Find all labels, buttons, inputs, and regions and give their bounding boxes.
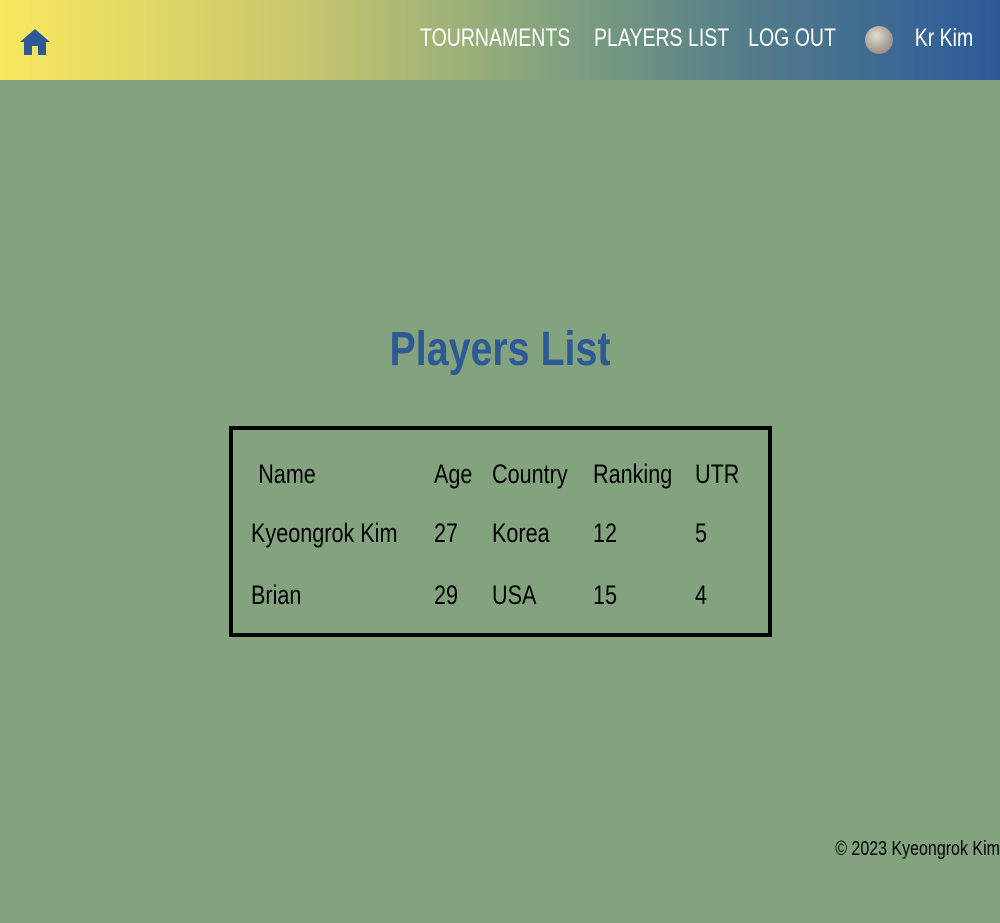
- nav-link-log-out[interactable]: LOG OUT: [747, 24, 837, 53]
- home-icon: [20, 29, 50, 55]
- cell-age: 29: [434, 579, 459, 610]
- table-row: Kyeongrok Kim 27 Korea 12 5: [251, 502, 757, 564]
- avatar[interactable]: [865, 26, 893, 54]
- cell-utr: 5: [695, 517, 708, 548]
- home-button[interactable]: [18, 26, 52, 58]
- cell-age: 27: [434, 517, 459, 548]
- page-title: Players List: [389, 323, 611, 376]
- cell-utr: 4: [695, 579, 708, 610]
- column-header-country: Country: [492, 458, 568, 489]
- cell-ranking: 12: [593, 517, 618, 548]
- nav-link-players-list[interactable]: PLAYERS LIST: [594, 24, 729, 53]
- column-header-ranking: Ranking: [593, 458, 673, 489]
- cell-name: Kyeongrok Kim: [251, 517, 398, 548]
- top-navbar: TOURNAMENTS PLAYERS LIST LOG OUT Kr Kim: [0, 0, 1000, 80]
- user-name-link[interactable]: Kr Kim: [911, 24, 977, 53]
- cell-name: Brian: [251, 579, 302, 610]
- nav-link-tournaments[interactable]: TOURNAMENTS: [420, 24, 570, 53]
- column-header-utr: UTR: [695, 458, 740, 489]
- footer-copyright: © 2023 Kyeongrok Kim: [835, 838, 1000, 860]
- table-header-row: Name Age Country Ranking UTR: [251, 446, 757, 502]
- cell-country: USA: [492, 579, 537, 610]
- cell-ranking: 15: [593, 579, 618, 610]
- players-table: Name Age Country Ranking UTR Kyeongrok K…: [251, 446, 757, 626]
- players-table-container: Name Age Country Ranking UTR Kyeongrok K…: [229, 426, 772, 637]
- column-header-age: Age: [434, 458, 473, 489]
- column-header-name: Name: [258, 458, 316, 489]
- table-row: Brian 29 USA 15 4: [251, 564, 757, 626]
- cell-country: Korea: [492, 517, 550, 548]
